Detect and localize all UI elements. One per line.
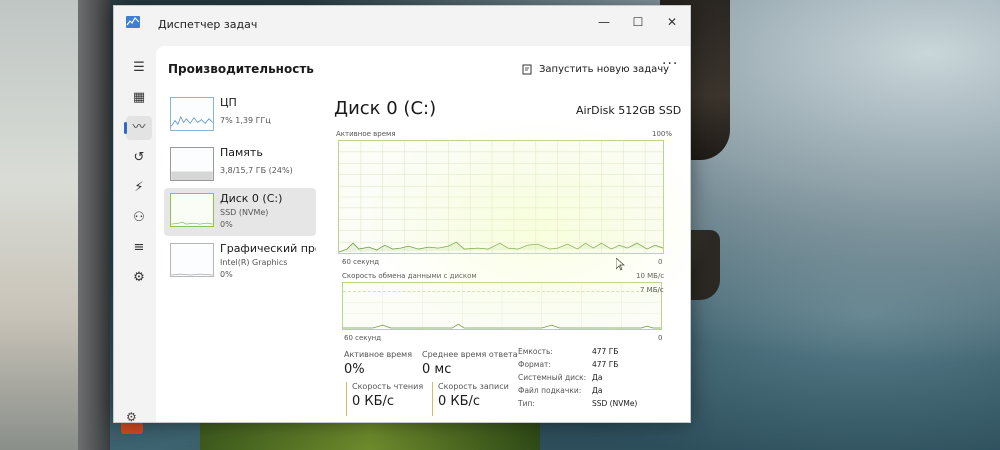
active-time-graph-label: Активное время xyxy=(336,130,396,138)
resource-list: ЦП 7% 1,39 ГГц Память 3,8/15,7 ГБ (24%) … xyxy=(164,92,318,282)
resource-detail: 3,8/15,7 ГБ (24%) xyxy=(220,166,293,175)
disk-title: Диск 0 (C:) xyxy=(334,98,437,119)
transfer-rate-max-label: 10 МБ/с xyxy=(636,272,665,280)
page-file-value: Да xyxy=(592,386,603,395)
type-value: SSD (NVMe) xyxy=(592,399,638,408)
transfer-rate-graph-min: 0 xyxy=(658,334,663,342)
read-speed-accent xyxy=(346,382,347,416)
maximize-button[interactable]: ☐ xyxy=(624,12,652,32)
disk-mini-graph xyxy=(170,193,214,227)
resource-usage: 0% xyxy=(220,270,233,279)
resource-name: Память xyxy=(220,146,263,159)
window-title: Диспетчер задач xyxy=(158,18,258,31)
hamburger-icon[interactable]: ☰ xyxy=(126,56,152,80)
app-history-icon[interactable]: ↺ xyxy=(126,146,152,170)
system-disk-value: Да xyxy=(592,373,603,382)
active-time-stat-label: Активное время xyxy=(344,350,413,359)
task-manager-window: Диспетчер задач — ☐ ✕ ☰ ▦ 〰 ↺ ⚡ ⚇ ≡ ⚙ ⚙ … xyxy=(113,5,714,424)
active-time-graph-min: 0 xyxy=(658,258,663,266)
capacity-value: 477 ГБ xyxy=(592,347,619,356)
transfer-rate-graph-label: Скорость обмена данными с диском xyxy=(342,272,477,280)
task-manager-icon xyxy=(126,16,140,28)
system-disk-key: Системный диск: xyxy=(518,373,587,382)
cpu-mini-graph xyxy=(170,97,214,131)
disk-model: AirDisk 512GB SSD xyxy=(576,104,682,117)
users-icon[interactable]: ⚇ xyxy=(126,206,152,230)
format-value: 477 ГБ xyxy=(592,360,619,369)
resource-memory[interactable]: Память 3,8/15,7 ГБ (24%) xyxy=(164,142,316,190)
transfer-rate-mid-label: 7 МБ/с xyxy=(640,286,664,294)
gpu-mini-graph xyxy=(170,243,214,277)
format-key: Формат: xyxy=(518,360,551,369)
title-bar[interactable]: Диспетчер задач — ☐ ✕ xyxy=(114,6,690,42)
memory-mini-graph xyxy=(170,147,214,181)
resource-usage: 0% xyxy=(220,220,233,229)
page-title: Производительность xyxy=(168,62,314,76)
run-new-task-button[interactable]: Запустить новую задачу xyxy=(522,59,669,79)
read-speed-value: 0 КБ/с xyxy=(352,394,395,409)
write-speed-value: 0 КБ/с xyxy=(438,394,481,409)
resource-name: Диск 0 (C:) xyxy=(220,192,283,205)
resource-detail: 7% 1,39 ГГц xyxy=(220,116,271,125)
active-time-stat-value: 0% xyxy=(344,362,365,377)
response-time-stat-value: 0 мс xyxy=(422,362,452,377)
run-new-task-label: Запустить новую задачу xyxy=(539,63,670,75)
type-key: Тип: xyxy=(518,399,535,408)
performance-icon[interactable]: 〰 xyxy=(124,116,152,140)
transfer-rate-graph xyxy=(342,282,662,330)
response-time-stat-label: Среднее время ответа xyxy=(422,350,518,359)
resource-name: ЦП xyxy=(220,96,237,109)
capacity-key: Емкость: xyxy=(518,347,553,356)
minimize-button[interactable]: — xyxy=(590,12,618,32)
transfer-rate-graph-duration: 60 секунд xyxy=(344,334,382,342)
write-speed-accent xyxy=(432,382,433,416)
close-button[interactable]: ✕ xyxy=(658,12,686,32)
resource-cpu[interactable]: ЦП 7% 1,39 ГГц xyxy=(164,92,316,140)
resource-name: Графический про xyxy=(220,242,316,255)
performance-panel: Производительность Запустить новую задач… xyxy=(156,46,690,422)
resource-disk[interactable]: Диск 0 (C:) SSD (NVMe) 0% xyxy=(164,188,316,236)
read-speed-label: Скорость чтения xyxy=(352,382,424,391)
active-time-graph xyxy=(338,140,664,254)
resource-detail: Intel(R) Graphics xyxy=(220,258,288,267)
page-file-key: Файл подкачки: xyxy=(518,386,582,395)
mouse-cursor-icon xyxy=(616,258,625,271)
more-options-button[interactable]: ··· xyxy=(662,56,678,72)
startup-apps-icon[interactable]: ⚡ xyxy=(126,176,152,200)
processes-icon[interactable]: ▦ xyxy=(126,86,152,110)
resource-detail: SSD (NVMe) xyxy=(220,208,269,217)
resource-gpu[interactable]: Графический про Intel(R) Graphics 0% xyxy=(164,238,316,286)
settings-icon[interactable]: ⚙ xyxy=(126,410,140,424)
active-time-graph-duration: 60 секунд xyxy=(342,258,380,266)
write-speed-label: Скорость записи xyxy=(438,382,509,391)
services-icon[interactable]: ⚙ xyxy=(126,266,152,290)
run-task-icon xyxy=(522,64,532,74)
navigation-rail: ☰ ▦ 〰 ↺ ⚡ ⚇ ≡ ⚙ ⚙ xyxy=(124,54,154,424)
background-store-shelves xyxy=(0,0,120,450)
details-icon[interactable]: ≡ xyxy=(126,236,152,260)
active-time-max-label: 100% xyxy=(652,130,673,138)
